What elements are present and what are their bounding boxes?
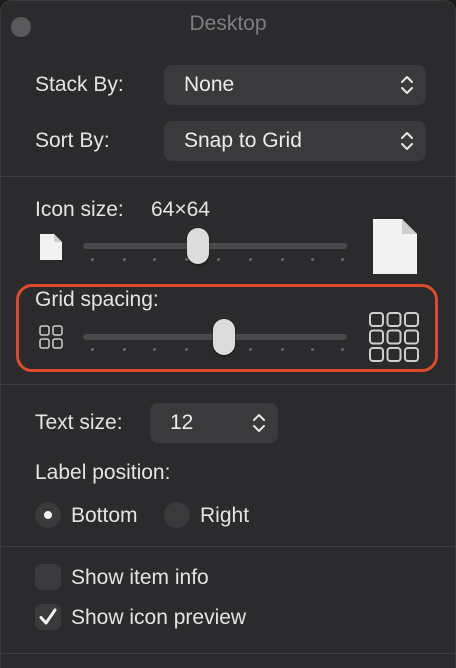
divider	[1, 546, 455, 547]
window-title: Desktop	[189, 12, 267, 35]
popup-chevron-icon	[253, 414, 265, 432]
show-icon-preview-checkbox[interactable]	[35, 604, 61, 630]
show-icon-preview-label[interactable]: Show icon preview	[71, 606, 246, 630]
divider	[1, 176, 455, 177]
sort-by-label: Sort By:	[35, 129, 110, 152]
radio-bottom[interactable]	[35, 502, 61, 528]
divider	[1, 384, 455, 385]
icon-size-slider-knob[interactable]	[187, 228, 209, 264]
label-position-label: Label position:	[35, 461, 171, 484]
grid-spacing-label: Grid spacing:	[35, 288, 159, 311]
small-grid-icon	[39, 325, 63, 349]
popup-chevron-icon	[401, 76, 413, 94]
slider-ticks	[83, 258, 347, 262]
text-size-label: Text size:	[35, 411, 123, 434]
small-file-icon	[40, 234, 62, 260]
divider	[1, 653, 455, 654]
radio-right-label[interactable]: Right	[200, 504, 249, 528]
show-item-info-checkbox[interactable]	[35, 564, 61, 590]
show-item-info-label[interactable]: Show item info	[71, 566, 209, 590]
sort-by-value: Snap to Grid	[184, 129, 302, 152]
desktop-view-options-panel: Desktop Stack By: None Sort By: Snap to …	[0, 0, 456, 668]
radio-right[interactable]	[164, 502, 190, 528]
grid-spacing-slider-knob[interactable]	[213, 319, 235, 355]
icon-size-value: 64×64	[151, 198, 210, 221]
stack-by-value: None	[184, 73, 235, 96]
large-grid-icon	[369, 312, 419, 362]
text-size-popup[interactable]: 12	[150, 403, 278, 443]
large-file-icon	[373, 219, 417, 274]
popup-chevron-icon	[401, 132, 413, 150]
stack-by-popup[interactable]: None	[164, 65, 426, 105]
radio-bottom-label[interactable]: Bottom	[71, 504, 138, 528]
sort-by-popup[interactable]: Snap to Grid	[164, 121, 426, 161]
stack-by-label: Stack By:	[35, 73, 124, 96]
text-size-value: 12	[170, 411, 194, 434]
checkmark-icon	[39, 608, 57, 625]
icon-size-label: Icon size:	[35, 198, 124, 221]
slider-track	[83, 243, 347, 249]
